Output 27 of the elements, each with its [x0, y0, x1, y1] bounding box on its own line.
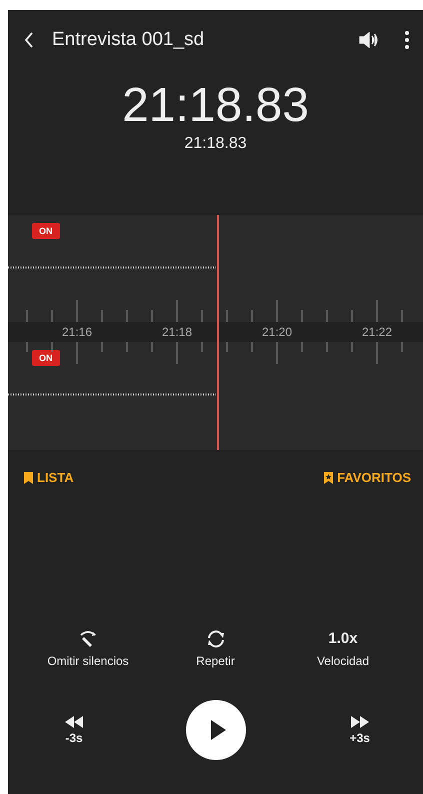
play-icon [210, 720, 226, 740]
speaker-icon[interactable] [359, 32, 379, 48]
speed-button[interactable]: 1.0x Velocidad [293, 630, 393, 668]
time-label: 21:20 [260, 325, 294, 339]
time-label: 21:16 [60, 325, 94, 339]
rewind-icon [65, 716, 83, 728]
back-icon[interactable] [24, 31, 34, 49]
time-label: 21:18 [160, 325, 194, 339]
forward-button[interactable]: +3s [350, 716, 370, 744]
bookmark-link[interactable]: LISTA [24, 470, 74, 485]
repeat-icon [206, 630, 226, 648]
on-badge: ON [32, 223, 60, 239]
skip-silence-icon [79, 630, 97, 648]
more-icon[interactable] [405, 31, 409, 49]
time-label: 21:22 [360, 325, 394, 339]
waveform-panel[interactable]: ON 21:16 21:18 21:20 21:22 ON [8, 215, 423, 450]
skip-silence-button[interactable]: Omitir silencios [38, 630, 138, 668]
bookmark-link[interactable]: FAVORITOS [324, 470, 411, 485]
on-badge: ON [32, 350, 60, 366]
bookmark-icon [324, 472, 334, 484]
bookmark-icon [24, 472, 33, 484]
total-time: 21:18.83 [184, 134, 247, 153]
fast-forward-icon [350, 716, 369, 728]
repeat-button[interactable]: Repetir [166, 630, 266, 668]
elapsed-time: 21:18.83 [122, 80, 309, 133]
rewind-button[interactable]: -3s [65, 716, 83, 744]
recording-title: Entrevista 001_sd [52, 29, 206, 51]
